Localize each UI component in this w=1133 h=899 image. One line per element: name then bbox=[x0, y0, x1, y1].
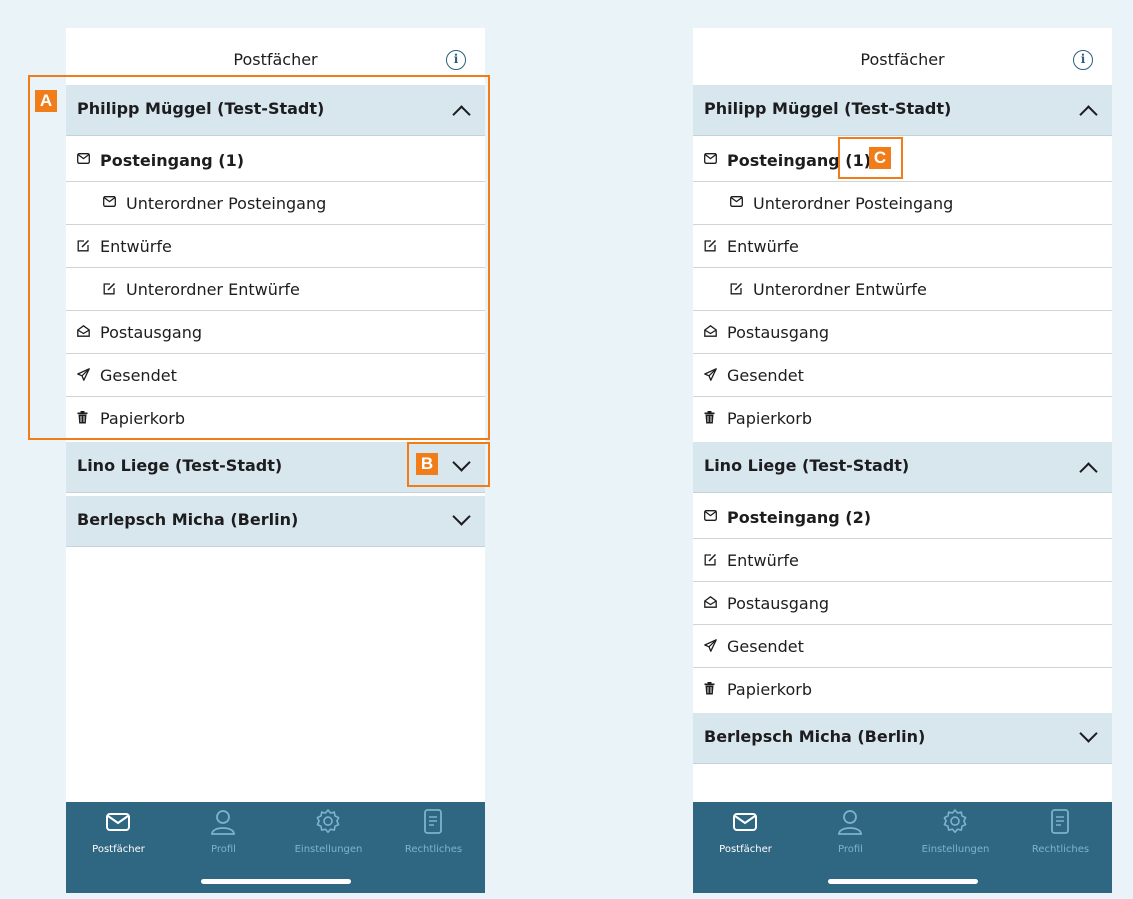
tab-label: Profil bbox=[838, 844, 863, 855]
info-icon[interactable]: i bbox=[446, 50, 466, 70]
account-header-row[interactable]: Philipp Müggel (Test-Stadt) bbox=[693, 85, 1112, 136]
mail-icon bbox=[704, 510, 717, 525]
folder-label: Unterordner Posteingang bbox=[753, 194, 954, 213]
tab-label: Einstellungen bbox=[921, 844, 990, 855]
tab-einstellungen[interactable]: Einstellungen bbox=[903, 802, 1008, 862]
mailbox-list: Philipp Müggel (Test-Stadt) Posteingang (… bbox=[693, 85, 1112, 767]
account-name: Berlepsch Micha (Berlin) bbox=[77, 510, 299, 529]
folder-item[interactable]: Postausgang bbox=[693, 311, 1112, 354]
tab-label: Rechtliches bbox=[1031, 844, 1090, 855]
page-title: Postfächer bbox=[233, 50, 318, 69]
person-icon bbox=[209, 808, 237, 836]
edit-icon bbox=[704, 239, 717, 256]
folder-label: Postausgang bbox=[727, 323, 830, 342]
folder-label: Entwürfe bbox=[727, 551, 799, 570]
folder-item[interactable]: Gesendet bbox=[693, 354, 1112, 397]
gear-icon bbox=[941, 808, 969, 836]
account-name: Berlepsch Micha (Berlin) bbox=[704, 727, 926, 746]
tab-profil[interactable]: Profil bbox=[798, 802, 903, 862]
folder-item[interactable]: Unterordner Entwürfe bbox=[693, 268, 1112, 311]
chevron-down-icon[interactable] bbox=[452, 507, 471, 526]
trash-icon bbox=[704, 411, 715, 428]
folder-label: Entwürfe bbox=[727, 237, 799, 256]
tab-profil[interactable]: Profil bbox=[171, 802, 276, 862]
folder-label: Gesendet bbox=[727, 366, 804, 385]
outbox-icon bbox=[704, 324, 717, 341]
tab-einstellungen[interactable]: Einstellungen bbox=[276, 802, 381, 862]
home-indicator bbox=[201, 879, 351, 884]
edit-icon bbox=[704, 553, 717, 570]
folder-label: Gesendet bbox=[727, 637, 804, 656]
callout-b-label: B bbox=[416, 453, 438, 475]
trash-icon bbox=[704, 682, 715, 699]
tab-bar: Postfächer Profil Einstellungen Rechtliches bbox=[693, 802, 1112, 893]
tab-label: Einstellungen bbox=[294, 844, 363, 855]
chevron-down-icon[interactable] bbox=[1079, 724, 1098, 743]
folder-item[interactable]: Entwürfe bbox=[693, 225, 1112, 268]
edit-icon bbox=[730, 282, 743, 299]
folder-label: Papierkorb bbox=[727, 409, 812, 428]
gear-icon bbox=[314, 808, 342, 836]
tab-label: Postfächer bbox=[92, 844, 145, 855]
tab-postfächer[interactable]: Postfächer bbox=[693, 802, 798, 862]
tab-rechtliches[interactable]: Rechtliches bbox=[1008, 802, 1113, 862]
folder-label: Posteingang (2) bbox=[727, 508, 872, 527]
page-title: Postfächer bbox=[860, 50, 945, 69]
person-icon bbox=[836, 808, 864, 836]
folder-item[interactable]: Papierkorb bbox=[693, 397, 1112, 442]
tab-label: Postfächer bbox=[719, 844, 772, 855]
account-header-row[interactable]: Berlepsch Micha (Berlin) bbox=[693, 713, 1112, 764]
app-header: Postfächer i bbox=[693, 28, 1112, 78]
callout-a-frame bbox=[28, 75, 490, 440]
folder-item[interactable]: Papierkorb bbox=[693, 668, 1112, 713]
send-icon bbox=[704, 368, 717, 385]
mail-icon bbox=[731, 808, 759, 836]
app-header: Postfächer i bbox=[66, 28, 485, 78]
document-icon bbox=[419, 808, 447, 836]
account-name: Philipp Müggel (Test-Stadt) bbox=[704, 99, 952, 118]
account-name: Lino Liege (Test-Stadt) bbox=[77, 456, 283, 475]
callout-c-label: C bbox=[869, 147, 891, 169]
mail-icon bbox=[730, 196, 743, 211]
tab-postfächer[interactable]: Postfächer bbox=[66, 802, 171, 862]
tab-label: Rechtliches bbox=[404, 844, 463, 855]
folder-item[interactable]: Postausgang bbox=[693, 582, 1112, 625]
chevron-up-icon[interactable] bbox=[1079, 105, 1098, 124]
document-icon bbox=[1046, 808, 1074, 836]
folder-item[interactable]: Entwürfe bbox=[693, 539, 1112, 582]
account-header-row[interactable]: Lino Liege (Test-Stadt) bbox=[693, 442, 1112, 493]
chevron-up-icon[interactable] bbox=[1079, 462, 1098, 481]
send-icon bbox=[704, 639, 717, 656]
mail-icon bbox=[104, 808, 132, 836]
account-name: Lino Liege (Test-Stadt) bbox=[704, 456, 910, 475]
folder-item[interactable]: Gesendet bbox=[693, 625, 1112, 668]
account-header-row[interactable]: Berlepsch Micha (Berlin) bbox=[66, 496, 485, 547]
callout-a-label: A bbox=[35, 90, 57, 112]
folder-item[interactable]: Posteingang (2) bbox=[693, 496, 1112, 539]
folder-label: Postausgang bbox=[727, 594, 830, 613]
folder-label: Papierkorb bbox=[727, 680, 812, 699]
outbox-icon bbox=[704, 595, 717, 612]
info-icon[interactable]: i bbox=[1073, 50, 1093, 70]
tab-label: Profil bbox=[211, 844, 236, 855]
tab-rechtliches[interactable]: Rechtliches bbox=[381, 802, 486, 862]
tab-bar: Postfächer Profil Einstellungen Rechtliches bbox=[66, 802, 485, 893]
mail-icon bbox=[704, 153, 717, 168]
folder-label: Unterordner Entwürfe bbox=[753, 280, 927, 299]
home-indicator bbox=[828, 879, 978, 884]
folder-item[interactable]: Unterordner Posteingang bbox=[693, 182, 1112, 225]
